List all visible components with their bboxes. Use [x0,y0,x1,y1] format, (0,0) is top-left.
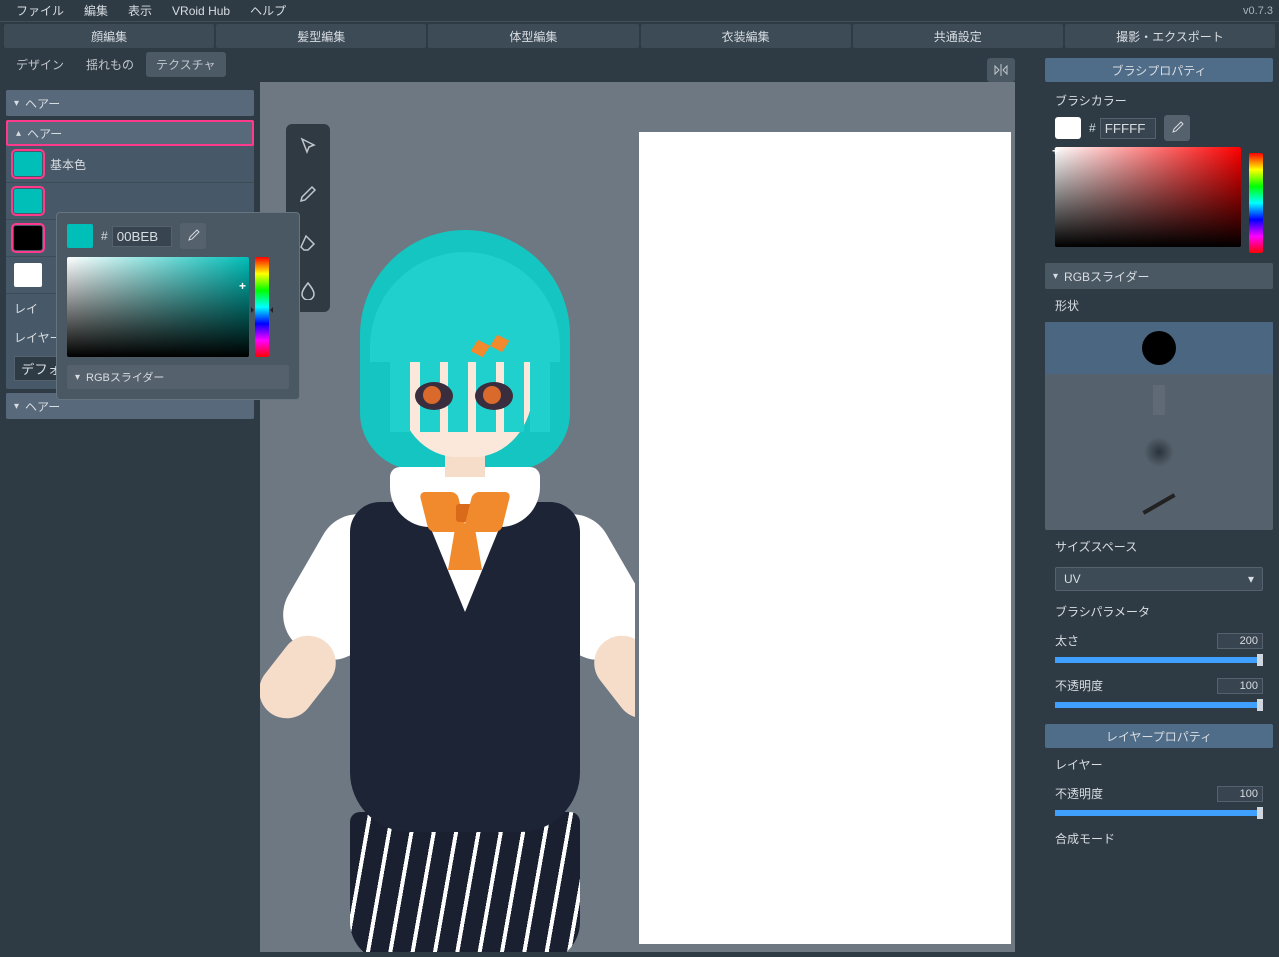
chevron-down-icon: ▾ [1053,271,1058,282]
hair-label-3: ヘアー [25,398,60,415]
size-space-value: UV [1064,572,1081,586]
brush-shape-grid [1045,322,1273,530]
hex-prefix: # [101,229,108,243]
base-color-row[interactable]: 基本色 [6,146,254,183]
mirror-toggle[interactable] [987,58,1015,82]
hair-label: ヘアー [25,95,60,112]
subtab-texture[interactable]: テクスチャ [146,52,226,77]
tab-face[interactable]: 顔編集 [4,24,214,48]
rgb-slider-label: RGBスライダー [86,369,164,385]
brush-hex-input[interactable] [1100,118,1156,139]
color-swatch-black[interactable] [14,226,42,250]
layer-opacity-input[interactable] [1217,786,1263,802]
thickness-label: 太さ [1055,632,1079,649]
shape-label: 形状 [1045,293,1273,318]
eyedropper-button[interactable] [180,223,206,249]
shape-circle[interactable] [1045,322,1273,374]
tab-common[interactable]: 共通設定 [853,24,1063,48]
version-label: v0.7.3 [1243,5,1273,17]
shape-line[interactable] [1045,478,1273,530]
brush-sv-picker[interactable]: + [1055,147,1241,247]
tab-clothes[interactable]: 衣装編集 [641,24,851,48]
rgb-slider-toggle[interactable]: ▾ RGBスライダー [67,365,289,389]
brush-color-label: ブラシカラー [1055,92,1263,109]
category-tabs: 顔編集 髪型編集 体型編集 衣装編集 共通設定 撮影・エクスポート [0,22,1279,50]
layer-opacity-label: 不透明度 [1055,785,1103,802]
select-tool[interactable] [294,132,322,160]
chevron-down-icon: ▾ [14,98,19,109]
tab-export[interactable]: 撮影・エクスポート [1065,24,1275,48]
brush-opacity-label: 不透明度 [1055,677,1103,694]
size-space-select[interactable]: UV ▾ [1055,567,1263,591]
blend-mode-label: 合成モード [1045,826,1273,851]
menu-vroid-hub[interactable]: VRoid Hub [162,4,240,18]
viewport-2d[interactable] [635,82,1015,952]
chevron-up-icon: ▴ [16,128,21,139]
thickness-input[interactable] [1217,633,1263,649]
shape-square[interactable] [1045,374,1273,426]
base-color-swatch[interactable] [14,152,42,176]
size-space-label: サイズスペース [1045,534,1273,559]
tab-body[interactable]: 体型編集 [428,24,638,48]
viewport-3d[interactable] [260,82,635,952]
brush-hue-slider[interactable] [1249,153,1263,253]
sv-picker[interactable]: + [67,257,249,357]
hair-label-2: ヘアー [27,125,62,142]
layer-prop-layer-label: レイヤー [1045,752,1273,777]
tab-hair[interactable]: 髪型編集 [216,24,426,48]
brush-opacity-input[interactable] [1217,678,1263,694]
thickness-slider[interactable] [1055,657,1263,663]
brush-hex-prefix: # [1089,121,1096,135]
chevron-down-icon: ▾ [1248,572,1254,586]
brush-sv-cursor-icon: + [1052,144,1059,158]
texture-canvas[interactable] [639,132,1011,944]
subtab-design[interactable]: デザイン [6,52,74,77]
hex-input[interactable] [112,226,172,247]
chevron-down-icon: ▾ [75,372,80,383]
menubar: ファイル 編集 表示 VRoid Hub ヘルプ v0.7.3 [0,0,1279,22]
shape-soft[interactable] [1045,426,1273,478]
brush-rgb-slider-label: RGBスライダー [1064,268,1150,285]
menu-help[interactable]: ヘルプ [240,2,296,19]
brush-params-label: ブラシパラメータ [1045,599,1273,624]
picker-current-swatch [67,224,93,248]
right-panel: ブラシプロパティ ブラシカラー # + ▾ RGBスライダー 形状 [1045,58,1273,851]
color-swatch-2[interactable] [14,189,42,213]
brush-eyedropper-button[interactable] [1164,115,1190,141]
menu-edit[interactable]: 編集 [74,2,118,19]
brush-properties-title: ブラシプロパティ [1045,58,1273,82]
brush-color-section: ブラシカラー # + [1045,86,1273,259]
menu-file[interactable]: ファイル [6,2,74,19]
chevron-down-icon: ▾ [14,401,19,412]
hair-group-expanded[interactable]: ▴ ヘアー [6,120,254,146]
hue-cursor-icon [251,307,273,313]
brush-color-swatch[interactable] [1055,117,1081,139]
brush-opacity-slider[interactable] [1055,702,1263,708]
layer-properties-title: レイヤープロパティ [1045,724,1273,748]
pencil-tool[interactable] [294,180,322,208]
subtab-sway[interactable]: 揺れもの [76,52,144,77]
brush-rgb-slider-toggle[interactable]: ▾ RGBスライダー [1045,263,1273,289]
base-color-label: 基本色 [50,156,86,173]
viewport [260,82,1015,952]
layer-opacity-slider[interactable] [1055,810,1263,816]
sv-cursor-icon: + [239,279,251,291]
color-swatch-white[interactable] [14,263,42,287]
color-picker-popup: # + ▾ RGBスライダー [56,212,300,400]
avatar-preview [270,202,635,952]
menu-view[interactable]: 表示 [118,2,162,19]
hair-group-collapsed[interactable]: ▾ ヘアー [6,90,254,116]
hue-slider[interactable] [255,257,269,357]
